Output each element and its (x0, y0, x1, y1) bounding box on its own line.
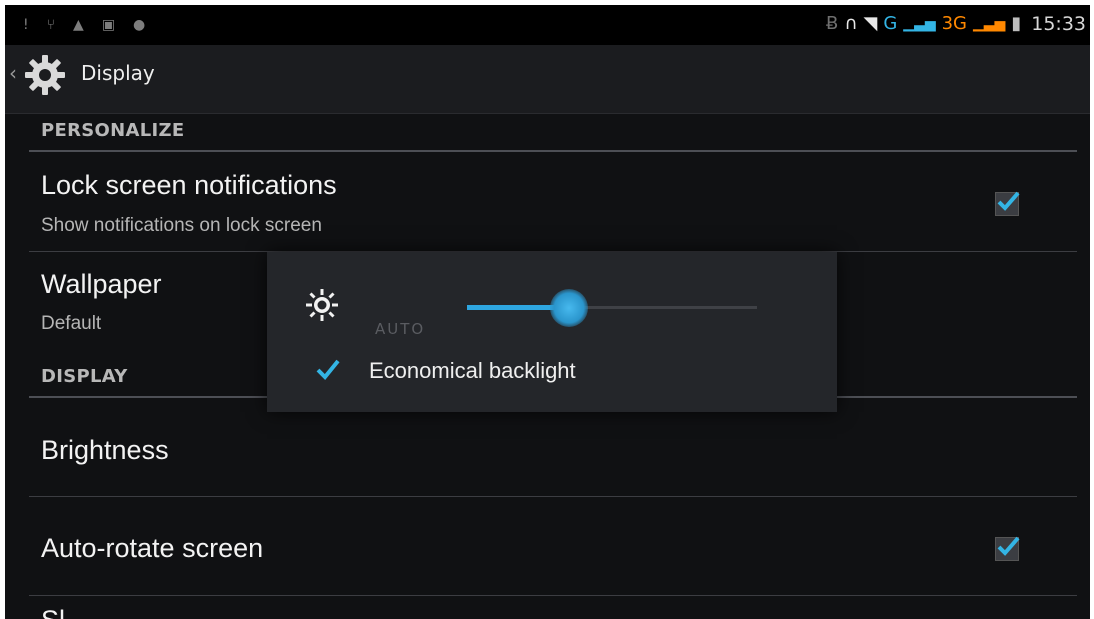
pref-title: Wallpaper (41, 269, 162, 299)
pref-summary: Show notifications on lock screen (41, 215, 322, 236)
auto-brightness-label[interactable]: AUTO (375, 320, 425, 338)
brightness-sun-icon (306, 289, 338, 321)
brightness-dialog: AUTO Economical backlight (267, 252, 837, 412)
clock: 15:33 (1031, 13, 1086, 35)
economical-backlight-label[interactable]: Economical backlight (369, 358, 576, 384)
notification-icons: ! ⑂ ▲ ▣ ● (23, 17, 145, 33)
headset-icon: ∩ (844, 13, 858, 34)
back-chevron-icon[interactable]: ‹ (9, 61, 17, 85)
wifi-icon: ◥ (863, 13, 878, 34)
section-divider (29, 150, 1077, 152)
section-header-personalize: PERSONALIZE (41, 120, 185, 141)
signal-3g-icon: ▁▃▅ (973, 16, 1006, 32)
usb-icon: ⑂ (46, 17, 56, 33)
settings-gear-icon[interactable] (23, 53, 67, 97)
screen: ! ⑂ ▲ ▣ ● Ƀ ∩ ◥ G ▁▃▅ 3G ▁▃▅ ▮ 15:33 ‹ D… (5, 5, 1090, 619)
image-icon: ▣ (101, 17, 116, 33)
page-title: Display (81, 61, 155, 85)
list-divider (29, 595, 1077, 596)
exclamation-icon: ! (23, 17, 29, 33)
action-bar: ‹ Display (5, 45, 1090, 114)
pref-title: Brightness (41, 435, 169, 465)
signal-g-icon: ▁▃▅ (903, 16, 936, 32)
bluetooth-icon: Ƀ (825, 13, 839, 34)
system-icons: Ƀ ∩ ◥ G ▁▃▅ 3G ▁▃▅ ▮ 15:33 (826, 13, 1086, 35)
chat-icon: ● (133, 17, 146, 33)
pref-title-partial[interactable]: Sl (41, 605, 65, 619)
auto-rotate-checkbox[interactable] (995, 536, 1020, 561)
economical-backlight-checkbox[interactable] (315, 356, 341, 382)
signal-3g-label: 3G (941, 13, 968, 34)
pref-summary: Default (41, 313, 102, 334)
lock-screen-checkbox[interactable] (995, 191, 1020, 216)
lock-icon: ▲ (73, 17, 84, 33)
list-divider (29, 496, 1077, 497)
checkmark-icon (997, 191, 1020, 211)
battery-icon: ▮ (1011, 13, 1022, 34)
status-bar: ! ⑂ ▲ ▣ ● Ƀ ∩ ◥ G ▁▃▅ 3G ▁▃▅ ▮ 15:33 (5, 5, 1090, 45)
checkmark-icon (997, 536, 1020, 556)
signal-g-label: G (883, 13, 898, 34)
brightness-slider-thumb[interactable] (549, 289, 588, 327)
section-header-display: DISPLAY (41, 366, 128, 387)
pref-title: Lock screen notifications (41, 170, 337, 200)
pref-title: Auto-rotate screen (41, 533, 264, 563)
